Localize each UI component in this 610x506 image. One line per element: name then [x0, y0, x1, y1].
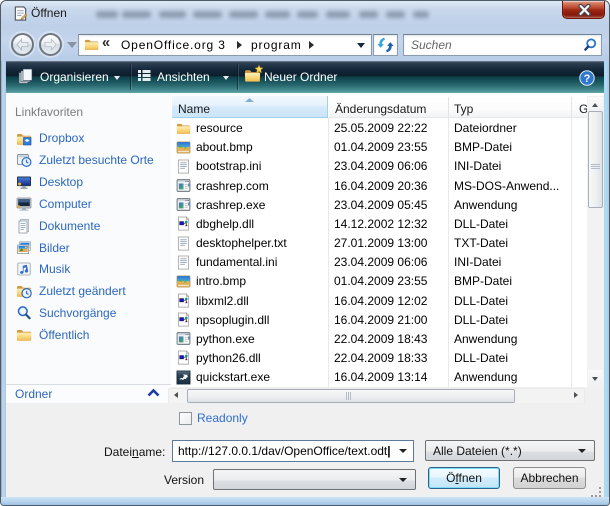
- svg-text:?: ?: [584, 73, 591, 85]
